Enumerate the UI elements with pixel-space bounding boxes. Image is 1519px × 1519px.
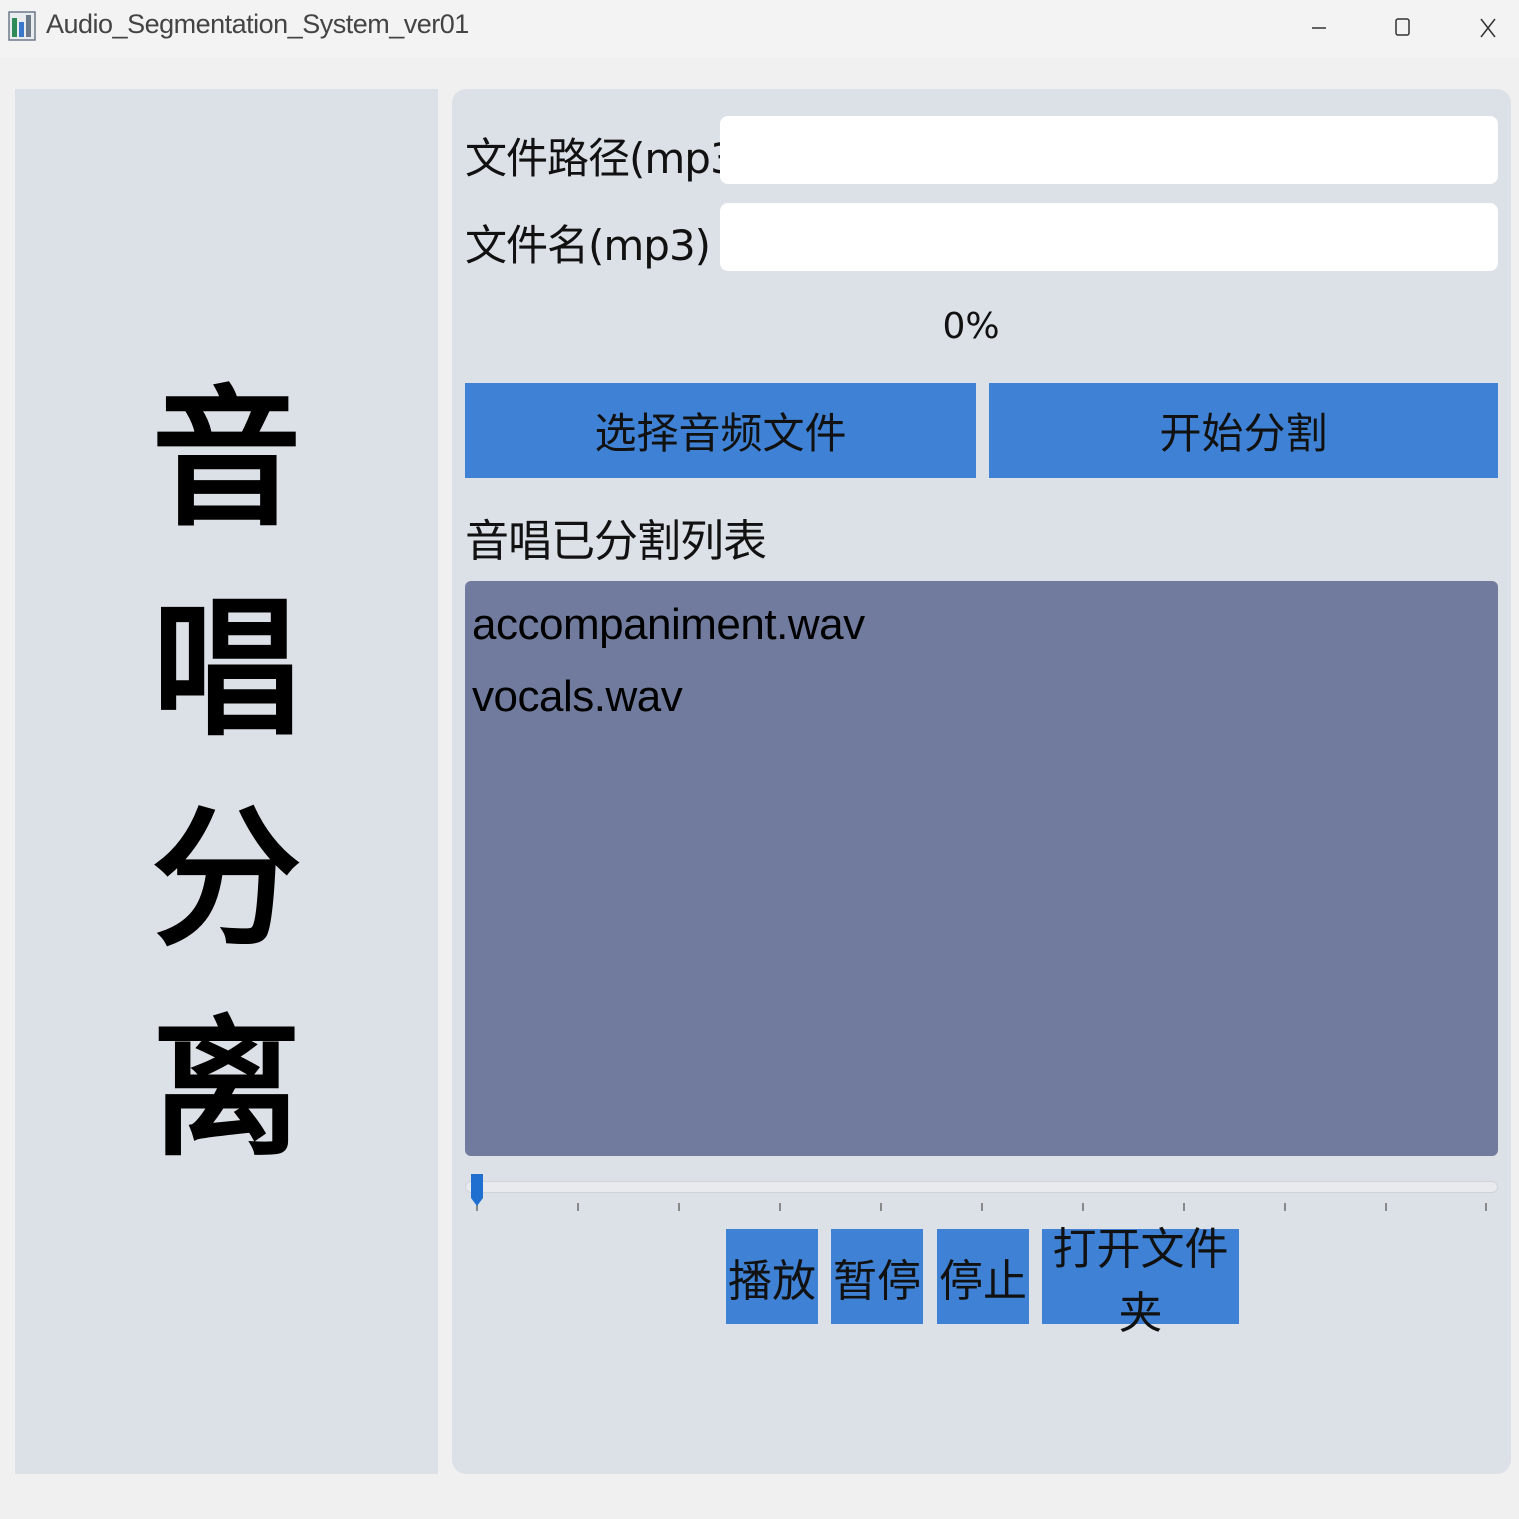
banner-char-fen: 分 (151, 791, 302, 967)
window-title: Audio_Segmentation_System_ver01 (46, 9, 469, 39)
slider-tick (1485, 1203, 1487, 1211)
file-name-label: 文件名(mp3) (465, 221, 711, 270)
slider-handle[interactable] (470, 1172, 484, 1208)
slider-track[interactable] (465, 1181, 1498, 1193)
maximize-icon[interactable] (1382, 10, 1422, 46)
list-item[interactable]: vocals.wav (472, 661, 1491, 733)
banner-char-li: 离 (151, 1001, 302, 1177)
file-path-input[interactable] (720, 116, 1498, 184)
banner-char-yin: 音 (151, 371, 302, 547)
file-path-label: 文件路径(mp3) (465, 134, 752, 183)
open-folder-button[interactable]: 打开文件夹 (1042, 1224, 1239, 1339)
progress-text: 0% (942, 306, 1000, 347)
close-icon[interactable] (1468, 10, 1508, 46)
slider-tick (577, 1203, 579, 1211)
slider-tick (1082, 1203, 1084, 1211)
start-split-button[interactable]: 开始分割 (989, 383, 1498, 478)
slider-tick (678, 1203, 680, 1211)
playback-slider[interactable] (465, 1172, 1498, 1222)
result-file-list: accompaniment.wav vocals.wav (465, 581, 1498, 1156)
select-audio-file-button[interactable]: 选择音频文件 (465, 383, 976, 478)
banner-char-chang: 唱 (151, 581, 302, 757)
play-button[interactable]: 播放 (726, 1229, 818, 1324)
result-list-title: 音唱已分割列表 (465, 516, 767, 567)
slider-tick (1385, 1203, 1387, 1211)
slider-tick (981, 1203, 983, 1211)
app-logo-icon (8, 11, 36, 41)
file-name-input[interactable] (720, 203, 1498, 271)
slider-tick (779, 1203, 781, 1211)
slider-tick (880, 1203, 882, 1211)
list-item[interactable]: accompaniment.wav (472, 589, 1491, 661)
slider-tick (1183, 1203, 1185, 1211)
banner-panel: 音 唱 分 离 (15, 89, 438, 1474)
minimize-icon[interactable] (1299, 10, 1339, 46)
pause-button[interactable]: 暂停 (831, 1229, 923, 1324)
stop-button[interactable]: 停止 (937, 1229, 1029, 1324)
title-bar: Audio_Segmentation_System_ver01 (0, 0, 1519, 58)
slider-tick (1284, 1203, 1286, 1211)
